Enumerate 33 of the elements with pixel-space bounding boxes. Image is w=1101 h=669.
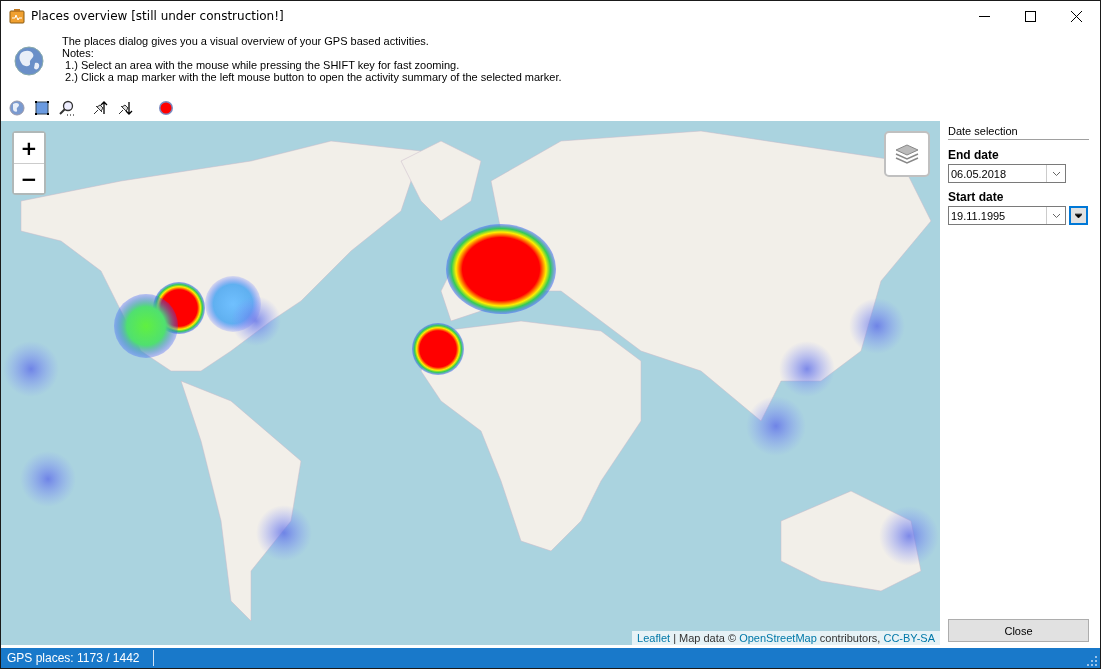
attribution-link[interactable]: Leaflet — [637, 632, 671, 644]
square-selection-icon[interactable] — [34, 100, 50, 116]
field-label: End date — [948, 148, 1000, 162]
caret-icon — [1051, 170, 1061, 177]
globe-icon — [13, 45, 45, 77]
info-text: 1.) Select an area with the mouse while pressing the SHIFT key for fast zooming. — [64, 59, 461, 71]
layers-button[interactable] — [884, 131, 930, 177]
info-text: The places dialog gives you a visual overview of your GPS based activities. — [62, 35, 430, 47]
zoom-out-button[interactable]: − — [14, 163, 44, 193]
close-button[interactable]: Close — [948, 619, 1089, 642]
maximize-icon[interactable] — [1025, 10, 1036, 22]
caret-icon — [1075, 213, 1082, 218]
map-attribution: Leaflet | Map data © OpenStreetMap contributors, CC-BY-SA — [632, 631, 940, 645]
date-combo-box[interactable]: 06.05.2018 — [948, 164, 1066, 183]
resize-grip-icon[interactable] — [1087, 656, 1097, 666]
info-text: Notes: — [62, 47, 95, 59]
caret-icon — [1051, 212, 1061, 219]
info-text: 2.) Click a map marker with the left mouse button to open the activity summary of the selected marker. — [64, 71, 562, 83]
pin-down-arrow-icon[interactable] — [117, 100, 133, 116]
group-title: Date selection — [948, 125, 1089, 140]
record-icon[interactable] — [158, 100, 174, 116]
close-icon[interactable] — [1071, 10, 1082, 22]
globe-icon[interactable] — [9, 100, 25, 116]
app-icon — [9, 8, 25, 24]
dropdown-button[interactable] — [1069, 206, 1088, 225]
magnifier-icon[interactable] — [59, 100, 75, 116]
window-title: Places overview [still under construction!] — [31, 9, 285, 23]
status-text: GPS places: 1173 / 1442 — [7, 651, 141, 665]
attribution-link[interactable]: CC-BY-SA — [883, 632, 935, 644]
attribution-link[interactable]: OpenStreetMap — [739, 632, 817, 644]
date-combo-box[interactable]: 19.11.1995 — [948, 206, 1066, 225]
pin-up-arrow-icon[interactable] — [92, 100, 108, 116]
field-label: Start date — [948, 190, 1005, 204]
